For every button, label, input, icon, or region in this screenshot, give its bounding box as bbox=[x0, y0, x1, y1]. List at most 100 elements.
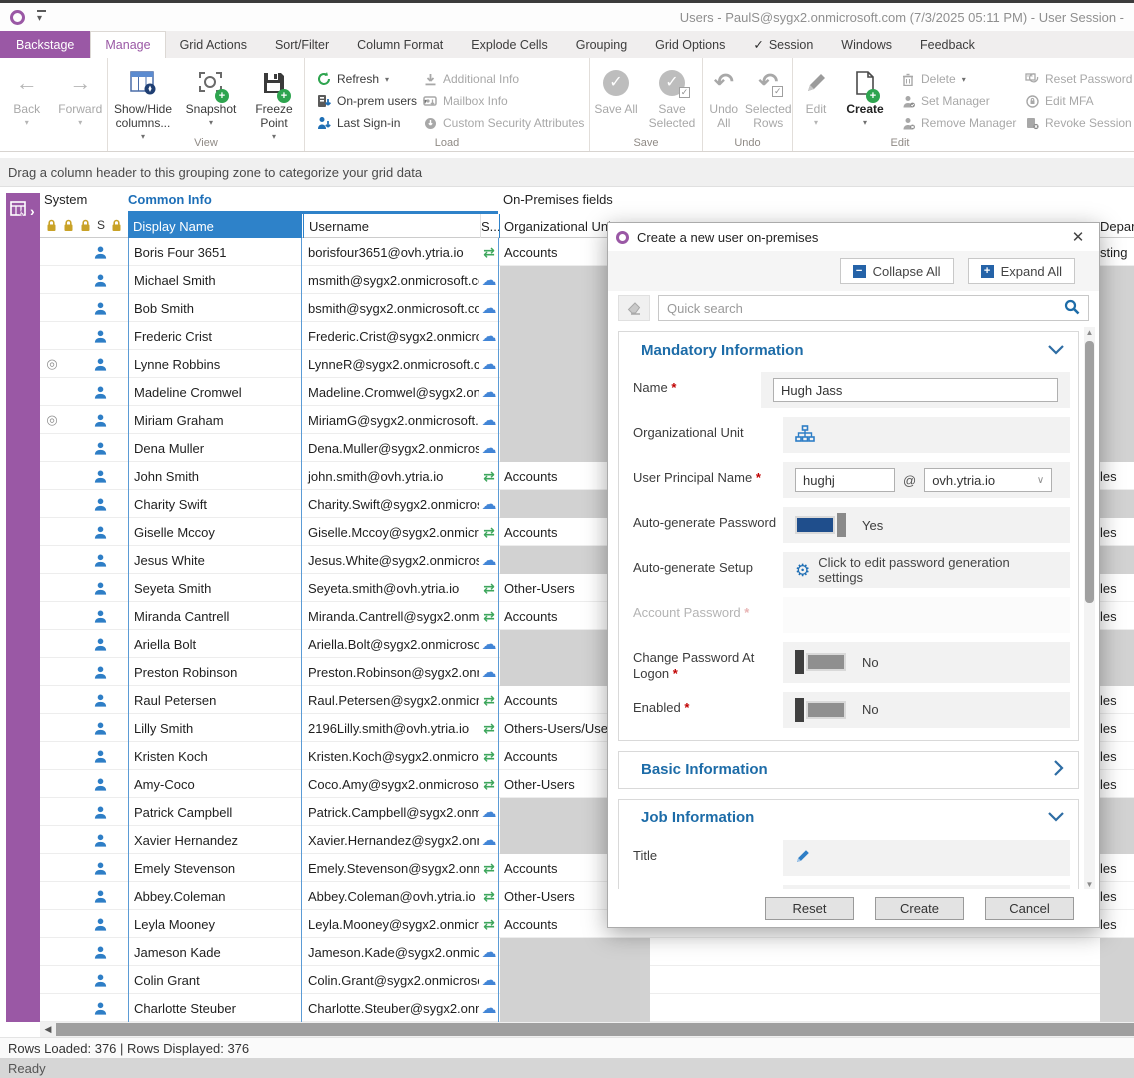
tab-column-format[interactable]: Column Format bbox=[343, 31, 457, 58]
delete-button[interactable]: Delete▾ bbox=[895, 68, 1019, 90]
collapse-all-button[interactable]: −Collapse All bbox=[840, 258, 954, 284]
system-s-column[interactable]: S bbox=[97, 218, 105, 232]
cell-right-fragment bbox=[1100, 658, 1134, 686]
upn-domain-select[interactable]: ovh.ytria.io∨ bbox=[924, 468, 1052, 492]
mailbox-info-button[interactable]: Mailbox Info bbox=[417, 90, 589, 112]
password-generation-settings-button[interactable]: ⚙Click to edit password generation setti… bbox=[783, 552, 1070, 588]
horizontal-scroll-thumb[interactable] bbox=[56, 1023, 1134, 1036]
cloud-icon: ☁ bbox=[482, 803, 497, 821]
column-header-display-name[interactable]: Display Name bbox=[128, 214, 302, 238]
scroll-down-arrow-icon[interactable]: ▼ bbox=[1084, 879, 1095, 889]
edit-mfa-button[interactable]: Edit MFA bbox=[1019, 90, 1134, 112]
section-header-job[interactable]: Job Information bbox=[619, 800, 1078, 836]
close-icon[interactable]: ✕ bbox=[1065, 228, 1091, 246]
cell-right-fragment: les bbox=[1100, 910, 1134, 938]
table-row[interactable]: Colin Grant Colin.Grant@sygx2.onmicrosof… bbox=[40, 966, 1134, 994]
cell-display-name: Xavier Hernandez bbox=[128, 826, 302, 854]
ribbon-group-edit: Edit▾ + Create▾ Delete▾ Set Manager Remo… bbox=[793, 58, 1134, 151]
column-header-sync[interactable]: S... bbox=[480, 214, 499, 238]
field-auto-generate-setup: Auto-generate Setup ⚙Click to edit passw… bbox=[633, 552, 1070, 588]
cell-right-fragment: les bbox=[1100, 574, 1134, 602]
table-row[interactable]: Jameson Kade Jameson.Kade@sygx2.onmicro … bbox=[40, 938, 1134, 966]
scroll-left-arrow-icon[interactable]: ◀ bbox=[40, 1022, 56, 1037]
group-header-on-premises[interactable]: On-Premises fields bbox=[503, 192, 613, 207]
tab-sort-filter[interactable]: Sort/Filter bbox=[261, 31, 343, 58]
ribbon-group-navigation: ← Back▾ → Forward▾ bbox=[0, 58, 108, 151]
auto-generate-password-toggle[interactable] bbox=[795, 513, 846, 537]
horizontal-scrollbar[interactable]: ◀ bbox=[40, 1022, 1134, 1037]
additional-info-button[interactable]: Additional Info bbox=[417, 68, 589, 90]
undo-icon: ↶ bbox=[714, 66, 734, 100]
enabled-toggle[interactable] bbox=[795, 698, 846, 722]
undo-all-button[interactable]: ↶ Undo All bbox=[703, 66, 745, 131]
lock-icon bbox=[63, 219, 74, 232]
edit-button[interactable]: Edit▾ bbox=[793, 66, 839, 127]
tab-windows[interactable]: Windows bbox=[827, 31, 906, 58]
tab-manage[interactable]: Manage bbox=[90, 31, 165, 58]
create-button[interactable]: Create bbox=[875, 897, 964, 920]
save-all-button[interactable]: ✓ Save All bbox=[590, 66, 642, 117]
reset-button[interactable]: Reset bbox=[765, 897, 854, 920]
title-edit-field[interactable] bbox=[783, 840, 1070, 876]
forward-button[interactable]: → Forward▾ bbox=[54, 66, 108, 127]
tab-session[interactable]: ✓Session bbox=[739, 31, 827, 58]
refresh-button[interactable]: Refresh▾ bbox=[311, 68, 417, 90]
cell-username: Emely.Stevenson@sygx2.onmic bbox=[303, 854, 479, 882]
cancel-button[interactable]: Cancel bbox=[985, 897, 1074, 920]
sync-icon: ⇄ bbox=[483, 860, 495, 877]
cell-display-name: Charlotte Steuber bbox=[128, 994, 302, 1022]
cell-username: Miranda.Cantrell@sygx2.onmic bbox=[303, 602, 479, 630]
grouping-zone[interactable]: Drag a column header to this grouping zo… bbox=[0, 158, 1134, 187]
cell-sync-status: ☁ bbox=[480, 350, 499, 378]
search-icon[interactable] bbox=[1056, 299, 1088, 318]
back-button[interactable]: ← Back▾ bbox=[0, 66, 54, 127]
group-header-system[interactable]: System bbox=[44, 192, 87, 207]
tab-grouping[interactable]: Grouping bbox=[562, 31, 641, 58]
show-hide-columns-button[interactable]: Show/Hide columns...▾ bbox=[108, 66, 178, 141]
tab-feedback[interactable]: Feedback bbox=[906, 31, 989, 58]
snapshot-button[interactable]: + Snapshot▾ bbox=[178, 66, 244, 127]
manager-edit-field[interactable] bbox=[783, 885, 1070, 890]
change-password-toggle[interactable] bbox=[795, 650, 846, 674]
last-sign-in-button[interactable]: Last Sign-in bbox=[311, 112, 417, 134]
undo-selected-rows-button[interactable]: ↶✓ Selected Rows bbox=[745, 66, 792, 131]
section-header-mandatory[interactable]: Mandatory Information bbox=[619, 332, 1078, 368]
scroll-up-arrow-icon[interactable]: ▲ bbox=[1084, 327, 1095, 339]
target-icon bbox=[42, 574, 62, 602]
tab-grid-options[interactable]: Grid Options bbox=[641, 31, 739, 58]
upn-input[interactable] bbox=[795, 468, 895, 492]
revoke-session-button[interactable]: Revoke Session T bbox=[1019, 112, 1134, 134]
grid-side-rail[interactable]: › bbox=[6, 193, 40, 1022]
on-prem-users-button[interactable]: On-prem users▾ bbox=[311, 90, 417, 112]
clear-search-button[interactable] bbox=[618, 295, 650, 321]
target-icon bbox=[42, 294, 62, 322]
quick-access-caret-icon[interactable]: ▾ bbox=[37, 10, 46, 24]
lock-icon bbox=[46, 219, 57, 232]
tab-backstage[interactable]: Backstage bbox=[0, 31, 90, 58]
tab-label: Grid Actions bbox=[180, 38, 247, 52]
expand-all-button[interactable]: +Expand All bbox=[968, 258, 1075, 284]
search-input[interactable] bbox=[659, 297, 1056, 319]
tab-grid-actions[interactable]: Grid Actions bbox=[166, 31, 261, 58]
vertical-scroll-thumb[interactable] bbox=[1085, 341, 1094, 603]
cell-display-name: Giselle Mccoy bbox=[128, 518, 302, 546]
save-selected-button[interactable]: ✓✓ Save Selected bbox=[642, 66, 702, 131]
group-header-common-info[interactable]: Common Info bbox=[128, 192, 212, 207]
dialog-vertical-scrollbar[interactable]: ▲ ▼ bbox=[1084, 327, 1095, 889]
freeze-point-button[interactable]: + Freeze Point▾ bbox=[244, 66, 304, 141]
set-manager-button[interactable]: Set Manager bbox=[895, 90, 1019, 112]
tab-explode-cells[interactable]: Explode Cells bbox=[457, 31, 561, 58]
create-button[interactable]: + Create▾ bbox=[839, 66, 891, 127]
section-header-basic[interactable]: Basic Information bbox=[619, 752, 1078, 788]
user-icon bbox=[88, 546, 112, 574]
custom-security-attributes-button[interactable]: Custom Security Attributes bbox=[417, 112, 589, 134]
cloud-icon: ☁ bbox=[482, 411, 497, 429]
target-icon bbox=[42, 882, 62, 910]
remove-manager-button[interactable]: Remove Manager bbox=[895, 112, 1019, 134]
org-tree-icon[interactable] bbox=[795, 425, 815, 446]
table-row[interactable]: Charlotte Steuber Charlotte.Steuber@sygx… bbox=[40, 994, 1134, 1022]
name-input[interactable] bbox=[773, 378, 1058, 402]
sync-icon: ⇄ bbox=[483, 916, 495, 933]
reset-password-button[interactable]: *** Reset Password bbox=[1019, 68, 1134, 90]
column-header-username[interactable]: Username bbox=[303, 214, 479, 238]
